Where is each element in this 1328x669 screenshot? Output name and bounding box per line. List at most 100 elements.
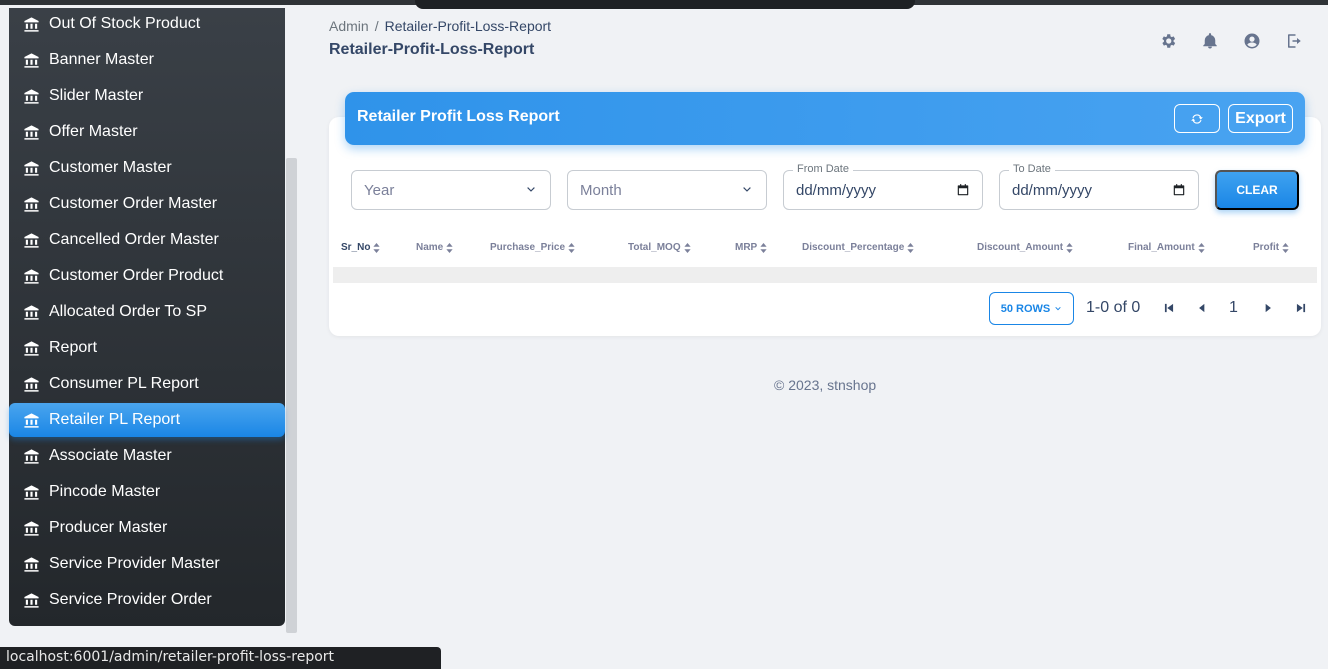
from-date-value: dd/mm/yyyy (796, 181, 877, 199)
card-title: Retailer Profit Loss Report (357, 108, 560, 125)
to-date-input[interactable]: To Date dd/mm/yyyy (999, 163, 1199, 210)
sort-icon (568, 242, 575, 253)
sidebar-item-label: Service Provider Master (49, 555, 220, 572)
chevron-down-icon (1055, 306, 1061, 310)
year-select-placeholder: Year (364, 181, 395, 199)
sidebar-item-banner-master[interactable]: Banner Master (9, 43, 285, 77)
column-header-label: Final_Amount (1128, 242, 1195, 253)
refresh-button[interactable] (1174, 104, 1220, 133)
table-empty-row (333, 267, 1317, 283)
bank-icon (22, 231, 40, 249)
year-select[interactable]: Year (351, 170, 551, 210)
previous-page-icon[interactable] (1194, 300, 1210, 316)
bank-icon (22, 159, 40, 177)
column-header-label: Profit (1253, 242, 1280, 253)
calendar-icon[interactable] (1172, 183, 1186, 197)
header-actions (1158, 31, 1304, 51)
column-header-label: Purchase_Price (490, 242, 566, 253)
breadcrumb: Admin / Retailer-Profit-Loss-Report (329, 18, 551, 34)
sidebar-item-retailer-pl-report[interactable]: Retailer PL Report (9, 403, 285, 437)
card-header: Retailer Profit Loss Report Export (345, 92, 1305, 145)
clear-button[interactable]: CLEAR (1215, 170, 1299, 210)
bank-icon (22, 51, 40, 69)
sort-icon (1066, 242, 1073, 253)
rows-per-page-select[interactable]: 50 ROWS (989, 292, 1074, 325)
breadcrumb-current: Retailer-Profit-Loss-Report (384, 18, 552, 34)
sort-icon (1282, 242, 1289, 253)
bell-icon[interactable] (1200, 31, 1220, 51)
month-select[interactable]: Month (567, 170, 767, 210)
sidebar-item-consumer-pl-report[interactable]: Consumer PL Report (9, 367, 285, 401)
column-header-purchase-price[interactable]: Purchase_Price (490, 242, 575, 253)
sidebar-item-allocated-order-to-sp[interactable]: Allocated Order To SP (9, 295, 285, 329)
sort-icon (683, 242, 691, 253)
column-header-label: Discount_Amount (977, 242, 1064, 253)
sidebar-item-report[interactable]: Report (9, 331, 285, 365)
sort-icon (373, 242, 381, 253)
last-page-icon[interactable] (1293, 300, 1309, 316)
sidebar-item-label: Consumer PL Report (49, 375, 199, 392)
sidebar-item-associate-master[interactable]: Associate Master (9, 439, 285, 473)
bank-icon (22, 591, 40, 609)
sidebar-item-label: Associate Master (49, 447, 172, 464)
sidebar-item-label: Customer Order Product (49, 267, 224, 284)
bank-icon (22, 447, 40, 465)
next-page-icon[interactable] (1260, 300, 1276, 316)
column-header-label: Discount_Percentage (802, 242, 905, 253)
sidebar-item-service-provider-master[interactable]: Service Provider Master (9, 547, 285, 581)
from-date-input[interactable]: From Date dd/mm/yyyy (783, 163, 983, 210)
sidebar-scrollbar[interactable] (286, 158, 297, 633)
calendar-icon[interactable] (956, 183, 970, 197)
sidebar-item-out-of-stock-product[interactable]: Out Of Stock Product (9, 7, 285, 41)
bank-icon (22, 87, 40, 105)
column-header-mrp[interactable]: MRP (735, 242, 767, 253)
column-header-total-moq[interactable]: Total_MOQ (628, 242, 691, 253)
bank-icon (22, 195, 40, 213)
sidebar-item-pincode-master[interactable]: Pincode Master (9, 475, 285, 509)
bank-icon (22, 123, 40, 141)
table-header: Sr_No Name Purchase_Price Total_MOQ MRP Disco… (333, 236, 1317, 264)
bank-icon (22, 15, 40, 33)
account-circle-icon[interactable] (1242, 31, 1262, 51)
breadcrumb-separator: / (374, 18, 379, 34)
sidebar-item-label: Customer Master (49, 159, 172, 176)
gear-icon[interactable] (1158, 31, 1178, 51)
bank-icon (22, 339, 40, 357)
to-date-value: dd/mm/yyyy (1012, 181, 1093, 199)
breadcrumb-root[interactable]: Admin (329, 18, 369, 34)
refresh-icon (1191, 113, 1203, 124)
status-bar-url: localhost:6001/admin/retailer-profit-los… (0, 647, 441, 669)
logout-icon[interactable] (1284, 31, 1304, 51)
sidebar-item-customer-order-product[interactable]: Customer Order Product (9, 259, 285, 293)
sort-icon (760, 242, 767, 253)
column-header-discount-percentage[interactable]: Discount_Percentage (802, 242, 914, 253)
bank-icon (22, 375, 40, 393)
sidebar-item-offer-master[interactable]: Offer Master (9, 115, 285, 149)
sidebar-item-cancelled-order-master[interactable]: Cancelled Order Master (9, 223, 285, 257)
column-header-sr-no[interactable]: Sr_No (341, 242, 381, 253)
column-header-final-amount[interactable]: Final_Amount (1128, 242, 1205, 253)
sort-icon (907, 242, 914, 253)
rows-per-page-label: 50 ROWS (1000, 302, 1051, 315)
column-header-label: Total_MOQ (628, 242, 681, 253)
sidebar-item-label: Retailer PL Report (49, 411, 181, 428)
column-header-discount-amount[interactable]: Discount_Amount (977, 242, 1073, 253)
bank-icon (22, 411, 40, 429)
sidebar-item-service-provider-order[interactable]: Service Provider Order (9, 583, 285, 617)
pagination-range: 1-0 of 0 (1086, 299, 1141, 316)
sidebar-item-customer-order-master[interactable]: Customer Order Master (9, 187, 285, 221)
to-date-label: To Date (1009, 163, 1055, 175)
sidebar-item-label: Service Provider Order (49, 591, 212, 608)
first-page-icon[interactable] (1161, 300, 1177, 316)
from-date-label: From Date (793, 163, 853, 175)
sidebar-item-slider-master[interactable]: Slider Master (9, 79, 285, 113)
sidebar-item-customer-master[interactable]: Customer Master (9, 151, 285, 185)
column-header-profit[interactable]: Profit (1253, 242, 1289, 253)
current-page: 1 (1229, 299, 1238, 316)
sort-icon (1198, 242, 1205, 253)
sidebar-item-producer-master[interactable]: Producer Master (9, 511, 285, 545)
column-header-label: Sr_No (341, 242, 371, 253)
export-button[interactable]: Export (1228, 104, 1293, 133)
column-header-name[interactable]: Name (416, 242, 453, 253)
chevron-down-icon (527, 187, 535, 192)
